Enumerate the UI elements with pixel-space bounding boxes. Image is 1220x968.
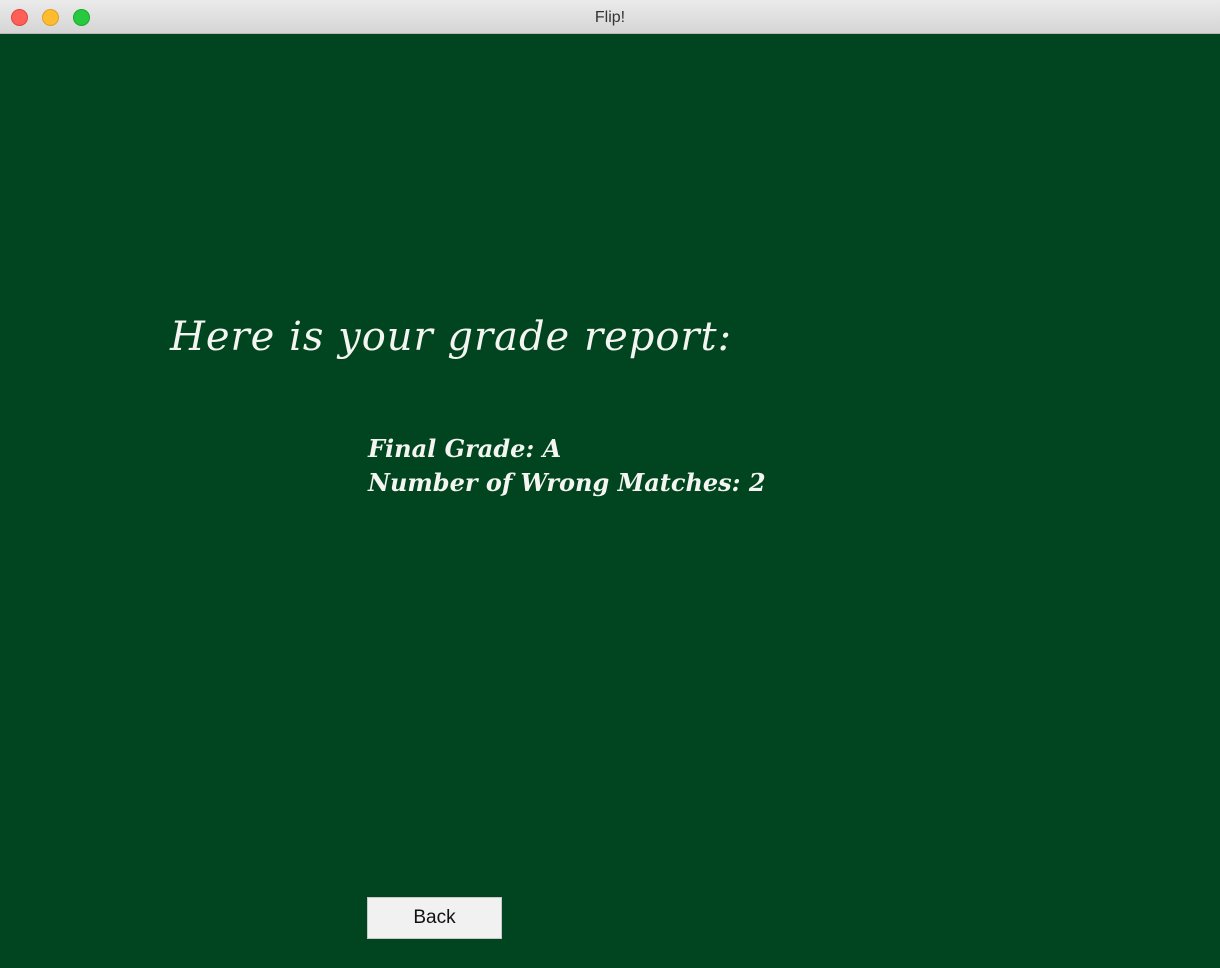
grade-report-details: Final Grade: A Number of Wrong Matches: … bbox=[368, 432, 766, 500]
app-window: Flip! Here is your grade report: Final G… bbox=[0, 0, 1220, 968]
window-title: Flip! bbox=[594, 9, 626, 26]
grade-report-screen: Here is your grade report: Final Grade: … bbox=[0, 34, 1220, 968]
final-grade-text: Final Grade: A bbox=[368, 434, 562, 463]
back-button[interactable]: Back bbox=[367, 897, 502, 939]
wrong-matches-text: Number of Wrong Matches: 2 bbox=[368, 468, 766, 497]
report-heading: Here is your grade report: bbox=[170, 314, 733, 360]
title-bar[interactable]: Flip! bbox=[0, 0, 1220, 34]
